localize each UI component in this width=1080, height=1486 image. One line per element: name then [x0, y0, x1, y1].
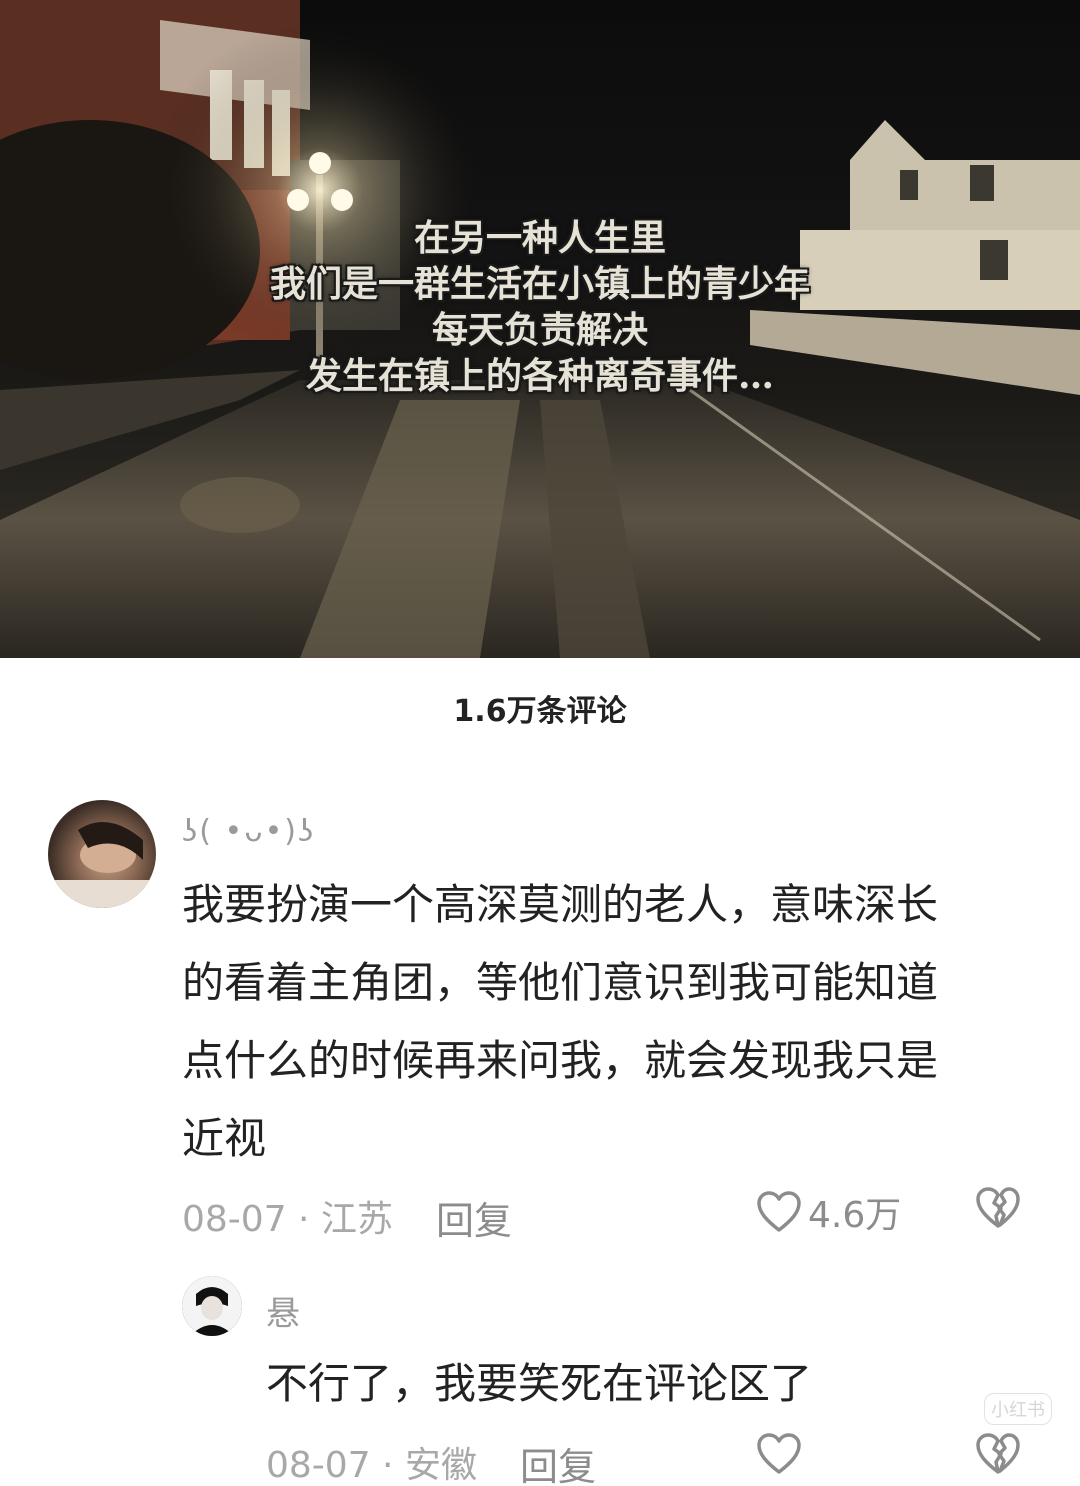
commenter-avatar[interactable] — [48, 800, 156, 908]
video-caption: 在另一种人生里 我们是一群生活在小镇上的青少年 每天负责解决 发生在镇上的各种离… — [0, 215, 1080, 399]
comment-line: 我要扮演一个高深莫测的老人，意味深长 — [182, 880, 939, 929]
dislike-button[interactable] — [974, 1186, 1022, 1234]
avatar-photo-icon — [48, 822, 156, 908]
comment-line: 点什么的时候再来问我，就会发现我只是 — [182, 1036, 939, 1085]
caption-line: 我们是一群生活在小镇上的青少年 — [269, 263, 810, 305]
watermark-logo: 小红书 — [984, 1393, 1052, 1425]
comment-date-location: 08-07 · 江苏 — [182, 1199, 393, 1240]
comment-text: 我要扮演一个高深莫测的老人，意味深长 的看着主角团，等他们意识到我可能知道 点什… — [182, 866, 1002, 1178]
commenter-avatar[interactable] — [182, 1276, 242, 1336]
broken-heart-icon — [976, 1187, 1020, 1228]
comment-line: 近视 — [182, 1114, 267, 1163]
broken-heart-icon — [976, 1433, 1020, 1474]
like-button[interactable]: 4.6万 — [756, 1186, 901, 1238]
caption-line: 在另一种人生里 — [413, 217, 666, 259]
video-player[interactable]: 在另一种人生里 我们是一群生活在小镇上的青少年 每天负责解决 发生在镇上的各种离… — [0, 0, 1080, 658]
heart-icon — [757, 1433, 801, 1474]
comment-username[interactable]: ʖ( •ᴗ•)ʖ — [182, 814, 315, 849]
comment-text: 不行了，我要笑死在评论区了 — [266, 1345, 1046, 1423]
comment-line: 不行了，我要笑死在评论区了 — [266, 1359, 813, 1408]
heart-icon — [757, 1191, 801, 1232]
caption-line: 每天负责解决 — [431, 309, 648, 351]
reply-button[interactable]: 回复 — [436, 1190, 512, 1245]
comment-username[interactable]: 悬 — [266, 1286, 300, 1335]
comment-date-location: 08-07 · 安徽 — [266, 1445, 477, 1486]
reply-button[interactable]: 回复 — [520, 1436, 596, 1486]
comments-count-title: 1.6万条评论 — [453, 694, 627, 729]
dislike-button[interactable] — [974, 1432, 1022, 1480]
like-count: 4.6万 — [808, 1195, 902, 1236]
comment-line: 的看着主角团，等他们意识到我可能知道 — [182, 958, 939, 1007]
like-button[interactable] — [756, 1432, 808, 1476]
caption-line: 发生在镇上的各种离奇事件… — [305, 355, 774, 397]
avatar-photo-icon — [182, 1276, 242, 1336]
